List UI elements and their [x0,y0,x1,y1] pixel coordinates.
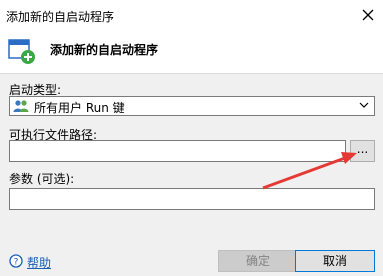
startup-type-dropdown[interactable]: 所有用户 Run 键 [9,96,375,116]
help-icon: ? [9,254,23,268]
users-icon [13,100,29,112]
annotation-arrow [262,152,357,190]
cancel-button[interactable]: 取消 [295,250,375,272]
header-title: 添加新的自启动程序 [50,43,159,57]
new-window-icon [8,39,35,64]
help-label: 帮助 [27,256,52,270]
dialog-footer: ? 帮助 确定 取消 [0,244,383,276]
startup-type-value: 所有用户 Run 键 [34,101,125,115]
close-icon[interactable] [357,4,379,26]
dialog-header: 添加新的自启动程序 [0,31,383,74]
ok-button[interactable]: 确定 [218,250,298,272]
params-label: 参数 (可选): [9,172,75,186]
title-bar: 添加新的自启动程序 [0,0,383,31]
svg-text:?: ? [14,258,19,268]
chevron-down-icon[interactable] [359,101,369,109]
window-title: 添加新的自启动程序 [6,10,115,24]
